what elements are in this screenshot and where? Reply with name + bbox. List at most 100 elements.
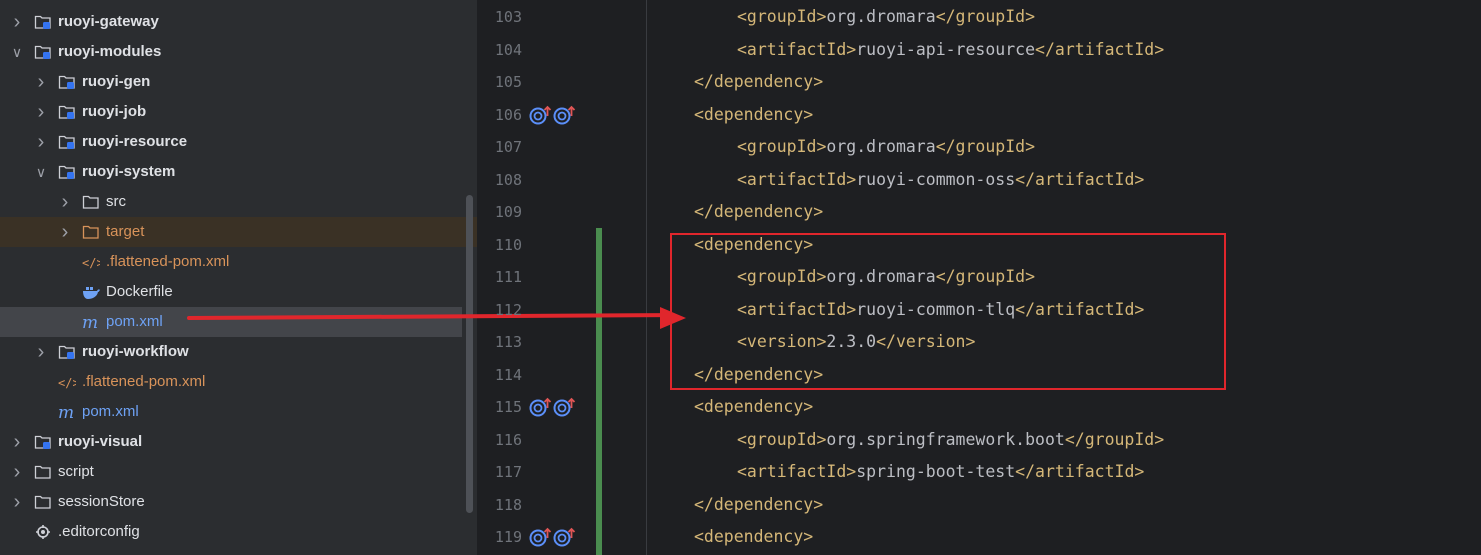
- svg-text:m: m: [58, 404, 74, 420]
- docker-icon: [82, 284, 100, 300]
- code-line[interactable]: </dependency>: [694, 360, 823, 390]
- tree-item[interactable]: › script: [0, 457, 477, 487]
- chevron-right-icon[interactable]: ›: [10, 427, 24, 457]
- line-number: 104: [494, 40, 522, 59]
- line-number: 118: [494, 495, 522, 514]
- tree-item-label: ruoyi-modules: [58, 43, 162, 60]
- line-number: 110: [494, 235, 522, 254]
- project-tree-scrollbar[interactable]: [466, 195, 473, 513]
- tree-item[interactable]: .editorconfig: [0, 517, 477, 547]
- code-line[interactable]: </dependency>: [694, 197, 823, 227]
- tree-item-label: .flattened-pom.xml: [106, 253, 230, 270]
- tree-item[interactable]: Dockerfile: [0, 277, 477, 307]
- annotation-arrow-head: [660, 307, 686, 329]
- tree-item[interactable]: › target: [0, 217, 477, 247]
- module-folder-icon: [58, 164, 76, 180]
- tree-item-label: ruoyi-visual: [58, 433, 143, 450]
- line-number: 106: [494, 105, 522, 124]
- tree-item-label: script: [58, 463, 94, 480]
- tree-item[interactable]: ∨ ruoyi-modules: [0, 37, 477, 67]
- tree-item[interactable]: › src: [0, 187, 477, 217]
- tree-item[interactable]: ∨ ruoyi-system: [0, 157, 477, 187]
- maven-dependency-up-icon[interactable]: [552, 397, 576, 417]
- maven-dependency-up-icon[interactable]: [552, 105, 576, 125]
- module-folder-icon: [58, 344, 76, 360]
- line-number: 108: [494, 170, 522, 189]
- chevron-right-icon[interactable]: ›: [34, 67, 48, 97]
- code-line[interactable]: <groupId>org.dromara</groupId>: [737, 262, 1035, 292]
- tree-item[interactable]: › ruoyi-resource: [0, 127, 477, 157]
- line-number: 116: [494, 430, 522, 449]
- maven-dependency-up-icon[interactable]: [528, 527, 552, 547]
- tree-item-label: ruoyi-job: [82, 103, 147, 120]
- code-line[interactable]: <dependency>: [694, 392, 813, 422]
- module-folder-icon: [58, 104, 76, 120]
- tree-item-label: ruoyi-resource: [82, 133, 188, 150]
- tree-item[interactable]: › ruoyi-workflow: [0, 337, 477, 367]
- chevron-right-icon[interactable]: ›: [58, 187, 72, 217]
- maven-dependency-up-icon[interactable]: [528, 397, 552, 417]
- code-line[interactable]: </dependency>: [694, 67, 823, 97]
- tree-item-label: ruoyi-gen: [82, 73, 151, 90]
- line-number: 112: [494, 300, 522, 319]
- code-line[interactable]: <dependency>: [694, 100, 813, 130]
- tree-item[interactable]: </> .flattened-pom.xml: [0, 367, 477, 397]
- chevron-right-icon[interactable]: ›: [34, 127, 48, 157]
- tree-item-label: pom.xml: [82, 403, 139, 420]
- chevron-down-icon[interactable]: ∨: [10, 37, 24, 67]
- vcs-change-marker[interactable]: [596, 228, 602, 555]
- code-line[interactable]: <artifactId>ruoyi-common-oss</artifactId…: [737, 165, 1144, 195]
- tree-item-label: src: [106, 193, 126, 210]
- svg-text:</>: </>: [58, 376, 76, 390]
- line-number: 105: [494, 73, 522, 91]
- chevron-right-icon[interactable]: ›: [34, 337, 48, 367]
- code-line[interactable]: <dependency>: [694, 230, 813, 260]
- svg-text:</>: </>: [82, 256, 100, 270]
- gear-icon: [34, 524, 52, 540]
- excluded-folder-icon: [82, 224, 100, 240]
- maven-dependency-up-icon[interactable]: [528, 105, 552, 125]
- project-tree-panel: › ruoyi-gateway ∨ ruoyi-modules › ruoyi-gen › r…: [0, 0, 477, 555]
- folder-icon: [34, 494, 52, 510]
- line-number: 103: [494, 8, 522, 26]
- code-line[interactable]: <groupId>org.dromara</groupId>: [737, 132, 1035, 162]
- tree-item-label: ruoyi-system: [82, 163, 176, 180]
- code-line[interactable]: <groupId>org.dromara</groupId>: [737, 2, 1035, 32]
- line-number: 114: [494, 365, 522, 384]
- chevron-right-icon[interactable]: ›: [34, 97, 48, 127]
- maven-dependency-up-icon[interactable]: [552, 527, 576, 547]
- tree-item[interactable]: › ruoyi-gateway: [0, 7, 477, 37]
- line-number: 111: [494, 268, 522, 286]
- tree-item[interactable]: › ruoyi-gen: [0, 67, 477, 97]
- tree-item[interactable]: › sessionStore: [0, 487, 477, 517]
- tree-item-label: ruoyi-gateway: [58, 13, 159, 30]
- tree-item[interactable]: m pom.xml: [0, 307, 462, 337]
- tree-item-label: Dockerfile: [106, 283, 173, 300]
- tree-item[interactable]: › ruoyi-job: [0, 97, 477, 127]
- tree-item-label: target: [106, 223, 145, 240]
- line-number: 107: [494, 138, 522, 156]
- tree-item[interactable]: m pom.xml: [0, 397, 477, 427]
- code-line[interactable]: <version>2.3.0</version>: [737, 327, 975, 357]
- tree-item[interactable]: › ruoyi-visual: [0, 427, 477, 457]
- line-number: 117: [494, 463, 522, 481]
- chevron-right-icon[interactable]: ›: [10, 7, 24, 37]
- chevron-down-icon[interactable]: ∨: [34, 157, 48, 187]
- chevron-right-icon[interactable]: ›: [10, 487, 24, 517]
- tree-item[interactable]: </> .flattened-pom.xml: [0, 247, 477, 277]
- svg-text:m: m: [82, 314, 98, 330]
- chevron-right-icon[interactable]: ›: [10, 457, 24, 487]
- code-line[interactable]: <artifactId>ruoyi-common-tlq</artifactId…: [737, 295, 1144, 325]
- code-line[interactable]: <artifactId>ruoyi-api-resource</artifact…: [737, 35, 1164, 65]
- code-line[interactable]: </dependency>: [694, 490, 823, 520]
- code-line[interactable]: <groupId>org.springframework.boot</group…: [737, 425, 1164, 455]
- code-line[interactable]: <dependency>: [694, 522, 813, 552]
- module-folder-icon: [34, 434, 52, 450]
- code-line[interactable]: <artifactId>spring-boot-test</artifactId…: [737, 457, 1144, 487]
- line-number: 115: [494, 398, 522, 416]
- module-folder-icon: [58, 74, 76, 90]
- xml-file-icon: </>: [82, 254, 104, 270]
- chevron-right-icon[interactable]: ›: [58, 217, 72, 247]
- module-folder-icon: [58, 134, 76, 150]
- maven-icon: m: [58, 403, 76, 423]
